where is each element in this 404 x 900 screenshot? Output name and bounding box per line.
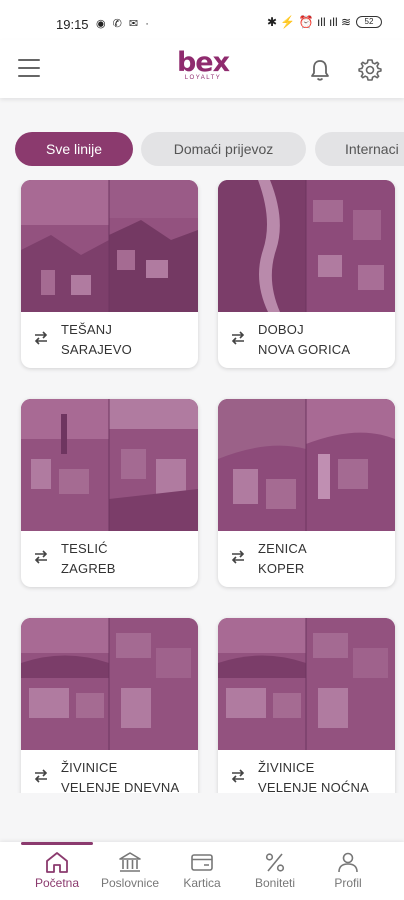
percent-icon <box>265 853 285 872</box>
user-icon <box>338 852 358 873</box>
route-info: ŽIVINICE VELENJE NOĆNA <box>218 750 395 793</box>
system-status-icons: ✱ ⚡ ⏰ ıll ıll ≋ <box>267 15 351 29</box>
route-card[interactable]: ŽIVINICE VELENJE DNEVNA <box>21 618 198 793</box>
bank-icon <box>119 852 141 872</box>
battery-icon: 52 <box>356 16 382 28</box>
route-to: NOVA GORICA <box>258 342 351 357</box>
app-header: bex LOYALTY <box>0 40 404 98</box>
route-from: TESLIĆ <box>61 541 108 556</box>
nav-label: Početna <box>34 876 80 890</box>
nav-profil[interactable]: Profil <box>310 850 386 890</box>
swap-icon <box>231 769 245 783</box>
route-card[interactable]: TEŠANJ SARAJEVO <box>21 180 198 368</box>
nav-label: Poslovnice <box>100 876 160 890</box>
route-info: TESLIĆ ZAGREB <box>21 531 198 587</box>
status-bar: 19:15 ◉ ✆ ✉ · ✱ ⚡ ⏰ ıll ıll ≋ 52 <box>0 0 404 40</box>
nav-label: Kartica <box>183 876 221 890</box>
route-from: TEŠANJ <box>61 322 113 337</box>
active-tab-indicator <box>21 842 93 845</box>
nav-pocetna[interactable]: Početna <box>19 850 95 890</box>
route-image <box>218 180 395 312</box>
route-info: ŽIVINICE VELENJE DNEVNA <box>21 750 198 793</box>
home-icon <box>46 852 68 873</box>
route-to: KOPER <box>258 561 305 576</box>
swap-icon <box>34 550 48 564</box>
route-from: ŽIVINICE <box>258 760 315 775</box>
gear-icon[interactable] <box>358 58 382 82</box>
route-info: ZENICA KOPER <box>218 531 395 587</box>
line-filter-tabs: Sve linije Domaći prijevoz Internaci <box>0 132 404 168</box>
notification-icons: ◉ ✆ ✉ · <box>96 18 151 30</box>
tab-domaci-prijevoz[interactable]: Domaći prijevoz <box>141 132 306 166</box>
bell-icon[interactable] <box>309 58 331 82</box>
route-image <box>218 618 395 750</box>
swap-icon <box>34 769 48 783</box>
menu-icon[interactable] <box>18 59 40 77</box>
status-time: 19:15 <box>56 17 89 32</box>
nav-kartica[interactable]: Kartica <box>164 850 240 890</box>
nav-poslovnice[interactable]: Poslovnice <box>92 850 168 890</box>
route-card[interactable]: ŽIVINICE VELENJE NOĆNA <box>218 618 395 793</box>
route-image <box>21 180 198 312</box>
system-icons: ✱ ⚡ ⏰ ıll ıll ≋ 52 <box>267 15 382 29</box>
route-card[interactable]: ZENICA KOPER <box>218 399 395 587</box>
route-from: ZENICA <box>258 541 307 556</box>
route-from: DOBOJ <box>258 322 304 337</box>
route-to: VELENJE NOĆNA <box>258 780 369 793</box>
nav-label: Boniteti <box>254 876 296 890</box>
logo-text: bex <box>176 47 230 78</box>
bottom-navigation: Početna Poslovnice Kartica Boniteti Prof… <box>0 842 404 900</box>
tab-sve-linije[interactable]: Sve linije <box>15 132 133 166</box>
nav-label: Profil <box>334 876 362 890</box>
route-grid: TEŠANJ SARAJEVO DOBOJ NOVA GORICA TESLIĆ… <box>0 180 404 793</box>
route-image <box>21 618 198 750</box>
route-to: SARAJEVO <box>61 342 132 357</box>
route-info: DOBOJ NOVA GORICA <box>218 312 395 368</box>
tab-internacionalni[interactable]: Internaci <box>315 132 404 166</box>
route-to: VELENJE DNEVNA <box>61 780 180 793</box>
route-to: ZAGREB <box>61 561 116 576</box>
route-from: ŽIVINICE <box>61 760 118 775</box>
app-logo: bex LOYALTY <box>172 47 234 82</box>
swap-icon <box>34 331 48 345</box>
route-image <box>21 399 198 531</box>
nav-boniteti[interactable]: Boniteti <box>237 850 313 890</box>
route-card[interactable]: DOBOJ NOVA GORICA <box>218 180 395 368</box>
card-icon <box>191 854 213 871</box>
route-info: TEŠANJ SARAJEVO <box>21 312 198 368</box>
swap-icon <box>231 550 245 564</box>
route-image <box>218 399 395 531</box>
route-card[interactable]: TESLIĆ ZAGREB <box>21 399 198 587</box>
swap-icon <box>231 331 245 345</box>
